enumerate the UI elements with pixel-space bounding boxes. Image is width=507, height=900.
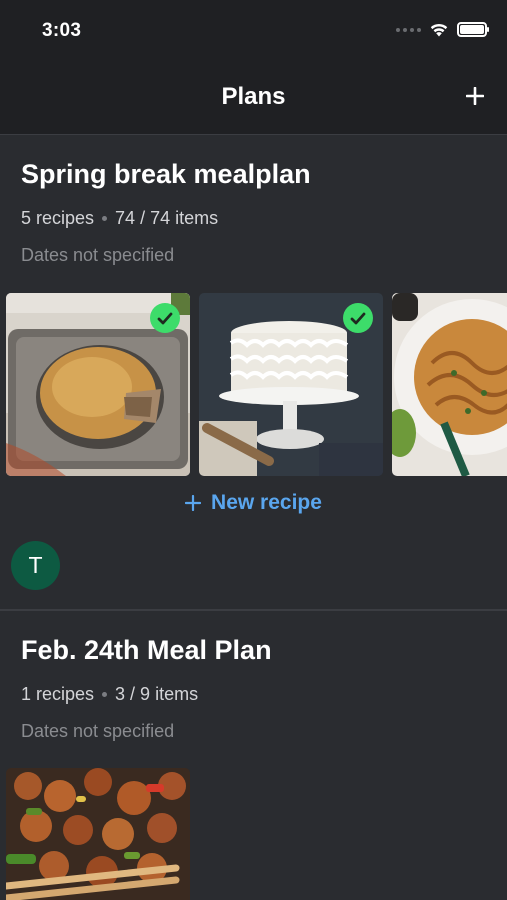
recipe-photo-pot-pie[interactable] — [6, 293, 190, 476]
pasta-image — [392, 293, 507, 476]
page-title: Plans — [221, 83, 286, 110]
plus-icon — [466, 87, 484, 105]
avatar[interactable]: T — [11, 541, 60, 590]
recipe-count: 1 recipes — [21, 684, 95, 704]
avatar-initial: T — [28, 552, 43, 578]
plus-icon — [185, 495, 202, 511]
nav-bar: Plans — [0, 62, 507, 135]
add-plan-button[interactable] — [461, 78, 489, 114]
stir-fry-image — [6, 768, 190, 900]
separator-dot — [102, 692, 108, 697]
checked-badge — [150, 303, 180, 333]
item-count: 3 / 9 items — [115, 684, 199, 704]
new-recipe-button[interactable]: New recipe — [0, 491, 507, 515]
wifi-icon — [430, 23, 448, 37]
plan-card[interactable]: Spring break mealplan 5 recipes 74 / 74 … — [0, 135, 507, 609]
recipe-thumbnails — [0, 293, 507, 476]
plan-title: Feb. 24th Meal Plan — [21, 635, 272, 665]
separator-dot — [102, 216, 108, 221]
status-icons — [396, 22, 489, 37]
plan-dates: Dates not specified — [21, 721, 175, 741]
recipe-photo-stir-fry[interactable] — [6, 768, 190, 900]
plan-meta: 1 recipes 3 / 9 items — [21, 684, 198, 705]
battery-icon — [457, 22, 489, 37]
item-count: 74 / 74 items — [115, 208, 219, 228]
signal-icon — [396, 27, 421, 32]
status-time: 3:03 — [42, 20, 82, 41]
plan-meta: 5 recipes 74 / 74 items — [21, 208, 218, 229]
status-bar: 3:03 — [0, 0, 507, 62]
checkmark-icon — [157, 312, 173, 324]
recipe-photo-cake[interactable] — [199, 293, 383, 476]
recipe-photo-pasta[interactable] — [392, 293, 507, 476]
plan-title: Spring break mealplan — [21, 159, 311, 189]
plan-card[interactable]: Feb. 24th Meal Plan 1 recipes 3 / 9 item… — [0, 611, 507, 900]
new-recipe-label: New recipe — [211, 491, 322, 514]
checkmark-icon — [350, 312, 366, 324]
recipe-count: 5 recipes — [21, 208, 95, 228]
plan-dates: Dates not specified — [21, 245, 175, 265]
checked-badge — [343, 303, 373, 333]
